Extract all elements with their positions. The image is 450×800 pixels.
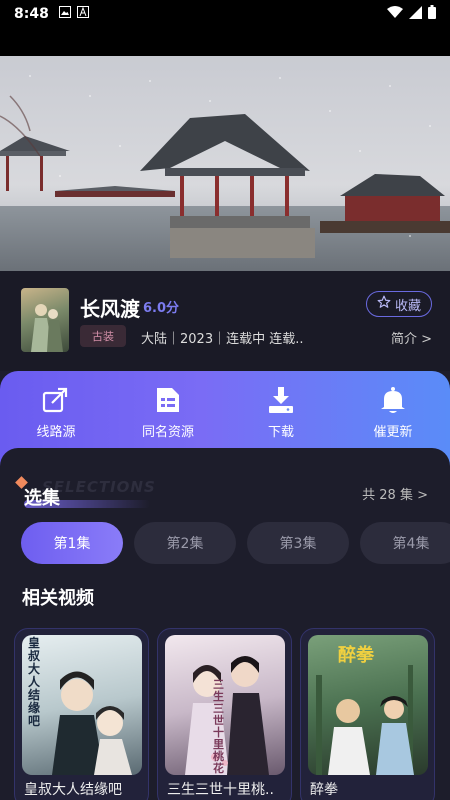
action-label-same-name: 同名资源 [141,425,194,440]
related-poster: 三生三世十里桃花 [165,635,285,775]
video-frame-image [0,56,450,271]
folder-list-icon [128,385,208,415]
related-caption: 皇叔大人结缘吧 [24,782,122,798]
episode-chip[interactable]: 第2集 [134,522,236,564]
show-meta: 大陆｜2023｜连载中 连载.. [141,332,304,347]
genre-tag: 古装 [80,325,126,347]
favorite-button[interactable]: 收藏 [366,291,432,317]
episode-chip[interactable]: 第4集 [360,522,450,564]
action-label-update: 催更新 [373,425,413,440]
related-card[interactable]: 皇叔大人结缘吧 皇叔大人结缘吧 [14,628,149,800]
star-icon [377,295,391,313]
download-button[interactable]: 下载 [241,385,321,440]
status-bar: 8:48 [0,0,450,28]
related-card[interactable]: 三生三世十里桃花 三生三世十里桃.. [157,628,292,800]
poster-title-text: 醉拳 [338,645,374,666]
related-poster: 醉拳 [308,635,428,775]
related-list: 皇叔大人结缘吧 皇叔大人结缘吧 三生三世十里桃花 三生三世十里桃.. 醉拳 醉拳 [14,628,450,800]
external-link-icon [16,385,96,415]
video-player[interactable] [0,28,450,271]
wifi-icon [387,5,403,23]
favorite-label: 收藏 [394,298,421,314]
poster-title-text: 皇叔大人结缘吧 [28,636,41,728]
status-time: 8:48 [14,6,49,22]
same-name-resources-button[interactable]: 同名资源 [128,385,208,440]
intro-link[interactable]: 简介 > [391,328,432,347]
episodes-title: 选集 [24,488,60,509]
episode-chip[interactable]: 第1集 [21,522,123,564]
image-icon [58,6,71,22]
related-caption: 三生三世十里桃.. [167,782,274,798]
show-info: 长风渡 6.0分 收藏 古装 大陆｜2023｜连载中 连载.. 简介 > [0,271,450,371]
download-icon [241,385,321,415]
request-update-button[interactable]: 催更新 [353,385,433,440]
action-label-download: 下载 [267,425,294,440]
related-card[interactable]: 醉拳 醉拳 [300,628,435,800]
signal-icon [409,5,422,23]
source-route-button[interactable]: 线路源 [16,385,96,440]
episode-chip[interactable]: 第3集 [247,522,349,564]
related-title: 相关视频 [22,588,94,609]
content-panel: SELECTIONS 选集 共 28 集 > 第1集 第2集 第3集 第4集 相… [0,448,450,800]
action-label-source: 线路源 [36,425,76,440]
show-title: 长风渡 [80,297,140,321]
related-poster: 皇叔大人结缘吧 [22,635,142,775]
poster-title-text: 三生三世十里桃花 [213,678,224,775]
episodes-total-link[interactable]: 共 28 集 > [362,484,428,503]
show-score: 6.0分 [143,301,180,316]
notification-a-icon [76,6,89,22]
battery-icon [428,5,436,23]
episode-list: 第1集 第2集 第3集 第4集 [21,522,450,564]
show-poster[interactable] [21,288,69,352]
related-caption: 醉拳 [310,782,338,798]
bell-icon [353,385,433,415]
